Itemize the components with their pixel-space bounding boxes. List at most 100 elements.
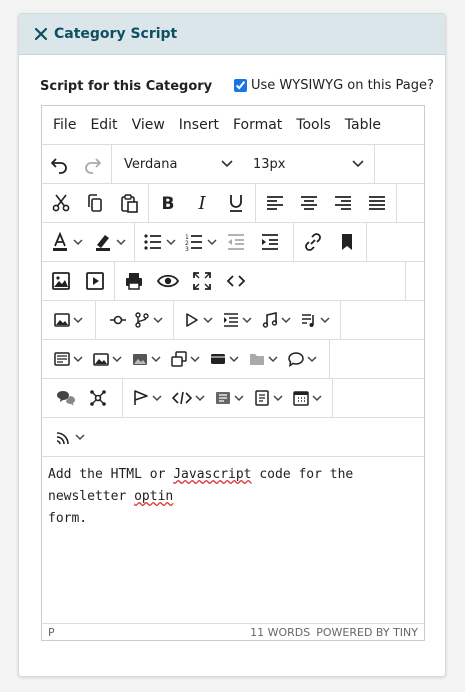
preview-icon[interactable]: [151, 262, 185, 300]
image-gallery-button[interactable]: [130, 340, 163, 378]
category-script-panel: Category Script Script for this Category…: [18, 13, 446, 677]
list-group: 123: [135, 223, 294, 261]
menu-view[interactable]: View: [125, 117, 172, 133]
redo-icon[interactable]: [76, 145, 110, 183]
flag-button[interactable]: [131, 379, 164, 417]
menu-format[interactable]: Format: [226, 117, 289, 133]
blocks-group: [42, 340, 330, 378]
align-center-icon[interactable]: [292, 184, 326, 222]
print-icon[interactable]: [117, 262, 151, 300]
document-button[interactable]: [252, 379, 285, 417]
rich-text-editor: File Edit View Insert Format Tools Table…: [41, 105, 425, 641]
image-icon[interactable]: [44, 262, 78, 300]
wysiwyg-option[interactable]: Use WYSIWYG on this Page?: [234, 78, 434, 93]
font-size-select[interactable]: 13px: [243, 145, 375, 183]
chevron-down-icon: [320, 316, 330, 323]
highlight-icon: [96, 235, 110, 251]
gallery-group: [42, 301, 96, 339]
underline-icon[interactable]: [219, 184, 253, 222]
italic-icon[interactable]: I: [185, 184, 219, 222]
menu-insert[interactable]: Insert: [172, 117, 226, 133]
code-embed-button[interactable]: [170, 379, 207, 417]
wysiwyg-label: Use WYSIWYG on this Page?: [251, 78, 434, 93]
toolbar-row-6: [42, 340, 424, 379]
color-group: [42, 223, 135, 261]
menu-file[interactable]: File: [46, 117, 83, 133]
bold-icon[interactable]: B: [151, 184, 185, 222]
fullscreen-icon[interactable]: [185, 262, 219, 300]
copy-icon[interactable]: [78, 184, 112, 222]
chevron-down-icon: [307, 355, 317, 362]
undo-icon[interactable]: [42, 145, 76, 183]
structure-group: [96, 301, 174, 339]
font-family-select[interactable]: Verdana: [112, 145, 243, 183]
menu-tools[interactable]: Tools: [289, 117, 338, 133]
outdent-icon[interactable]: [219, 223, 253, 261]
wysiwyg-checkbox[interactable]: [234, 79, 247, 92]
calendar-button[interactable]: [291, 379, 324, 417]
chevron-down-icon: [73, 316, 83, 323]
list-block-button[interactable]: [213, 379, 246, 417]
chevron-down-icon: [166, 238, 176, 245]
align-justify-icon[interactable]: [360, 184, 394, 222]
folder-button[interactable]: [247, 340, 280, 378]
play-button[interactable]: [182, 301, 215, 339]
card-icon: [54, 352, 70, 366]
comment-button[interactable]: [286, 340, 319, 378]
cut-icon[interactable]: [44, 184, 78, 222]
bullet-list-icon: [144, 234, 161, 250]
powered-by[interactable]: POWERED BY TINY: [316, 626, 418, 639]
chevron-down-icon: [73, 238, 83, 245]
close-icon[interactable]: [34, 27, 48, 41]
toolbar-row-8: [42, 418, 424, 457]
card-button[interactable]: [52, 340, 85, 378]
music-icon: [262, 312, 278, 328]
gallery-icon: [54, 313, 70, 327]
link-icon[interactable]: [296, 223, 330, 261]
align-left-icon[interactable]: [258, 184, 292, 222]
code-icon[interactable]: [219, 262, 253, 300]
menu-table[interactable]: Table: [338, 117, 388, 133]
media-icon[interactable]: [78, 262, 112, 300]
numbered-list-button[interactable]: 123: [182, 223, 219, 261]
template-button[interactable]: [221, 301, 254, 339]
music-button[interactable]: [260, 301, 293, 339]
chevron-down-icon: [190, 355, 200, 362]
chevron-down-icon: [268, 355, 278, 362]
numbered-list-icon: 123: [185, 234, 202, 252]
word-count[interactable]: 11 WORDS: [250, 626, 310, 639]
element-path[interactable]: P: [48, 626, 55, 639]
gallery-button[interactable]: [52, 301, 85, 339]
social-group: [42, 379, 123, 417]
embed-group: [123, 379, 333, 417]
chevron-down-icon: [153, 316, 163, 323]
bullet-list-button[interactable]: [141, 223, 178, 261]
highlight-button[interactable]: [91, 223, 128, 261]
layers-icon: [171, 351, 187, 367]
hub-icon[interactable]: [82, 379, 114, 417]
chevron-down-icon: [229, 355, 239, 362]
layers-button[interactable]: [169, 340, 202, 378]
chevron-down-icon: [352, 160, 364, 168]
feed-group: [42, 418, 97, 456]
editor-content[interactable]: Add the HTML or Javascript code for the …: [42, 458, 424, 624]
menu-edit[interactable]: Edit: [83, 117, 124, 133]
bookmark-icon[interactable]: [330, 223, 364, 261]
playlist-button[interactable]: [299, 301, 332, 339]
calendar-icon: [293, 391, 309, 406]
chevron-down-icon: [112, 355, 122, 362]
font-family-value: Verdana: [124, 156, 178, 172]
rss-button[interactable]: [52, 418, 87, 456]
chevron-down-icon: [242, 316, 252, 323]
paste-icon[interactable]: [112, 184, 146, 222]
text-color-button[interactable]: [48, 223, 85, 261]
banner-button[interactable]: [208, 340, 241, 378]
horizontal-rule-icon[interactable]: [104, 301, 132, 339]
align-right-icon[interactable]: [326, 184, 360, 222]
view-group: [115, 262, 255, 300]
comments-icon[interactable]: [50, 379, 82, 417]
chevron-down-icon: [152, 394, 162, 401]
indent-icon[interactable]: [253, 223, 287, 261]
branch-button[interactable]: [132, 301, 165, 339]
images-button[interactable]: [91, 340, 124, 378]
